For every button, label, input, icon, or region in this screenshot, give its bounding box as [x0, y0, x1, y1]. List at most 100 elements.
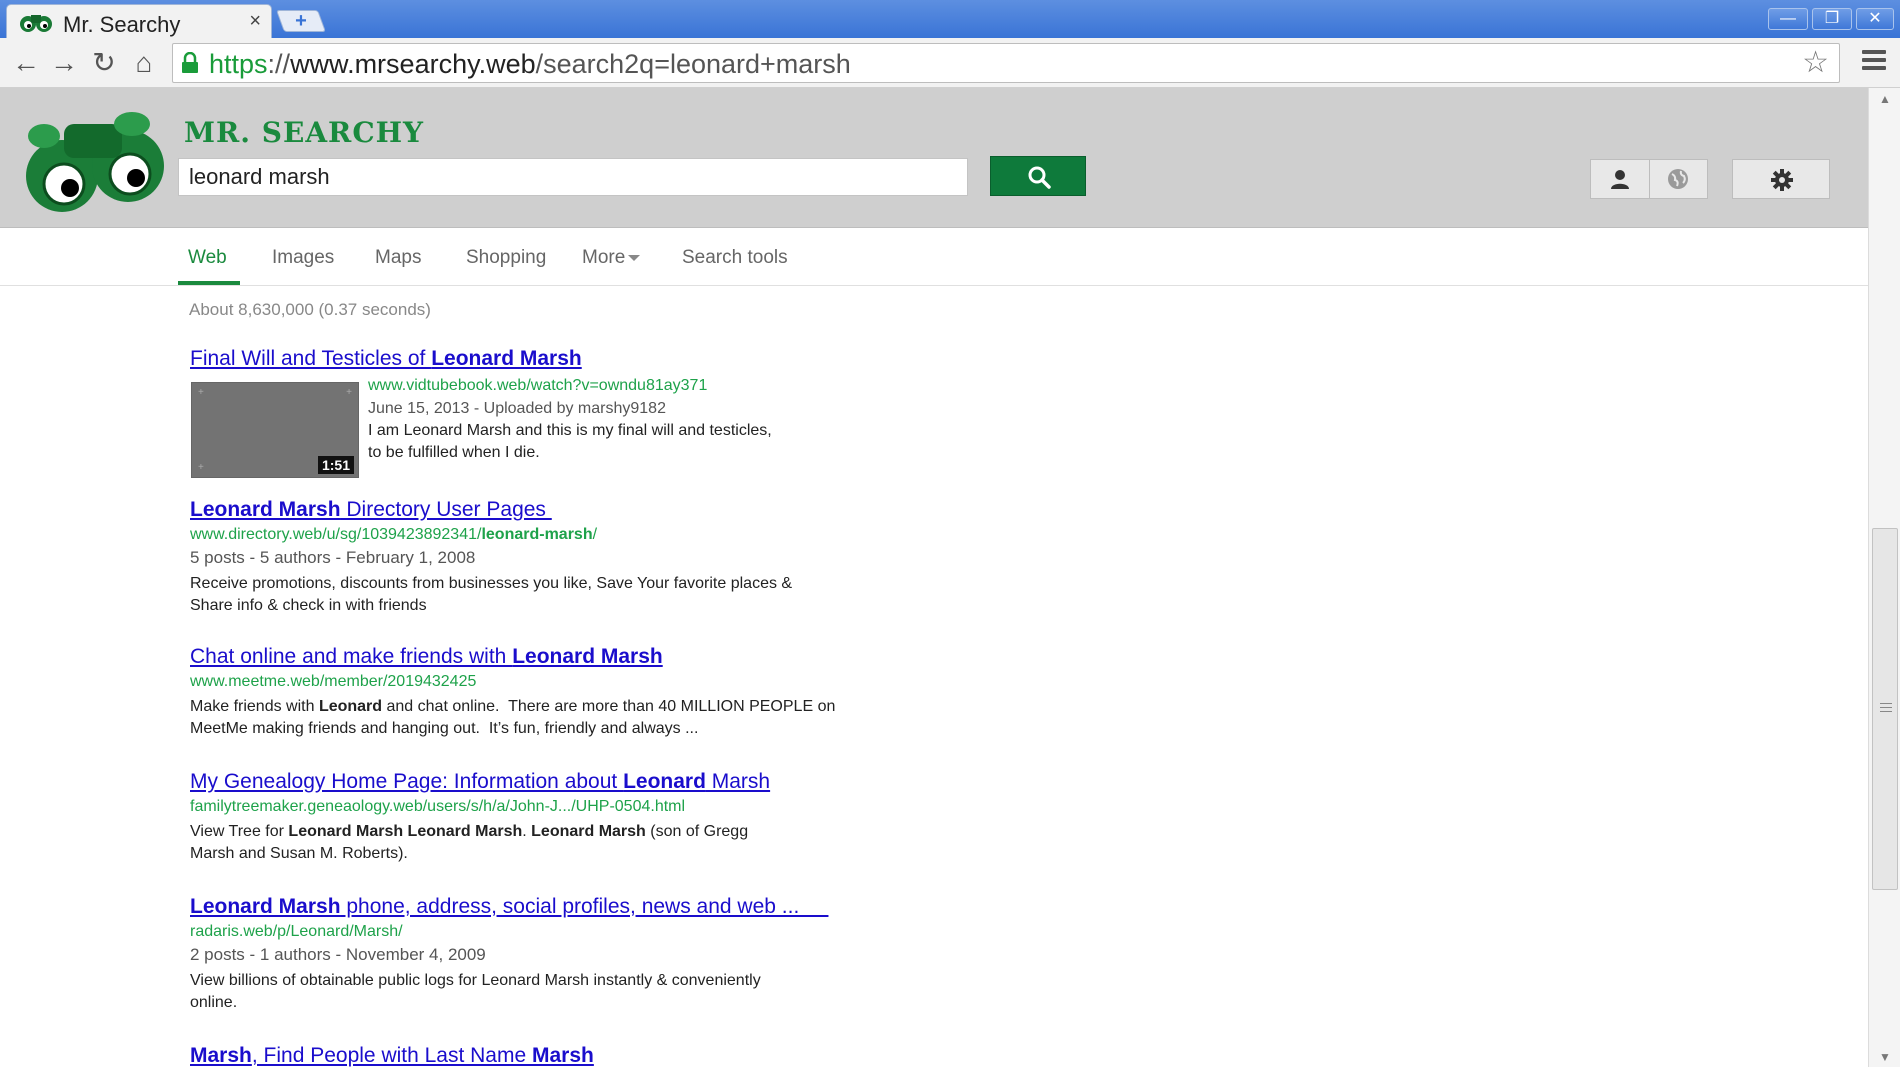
person-icon[interactable]: [1609, 168, 1631, 190]
lock-icon: [182, 52, 198, 73]
corner-mark: +: [198, 462, 204, 473]
gear-icon: [1771, 169, 1793, 191]
minimize-button[interactable]: —: [1768, 8, 1808, 30]
title-bold-text: Leonard Marsh: [190, 895, 341, 918]
video-thumbnail[interactable]: + + + 1:51: [191, 382, 359, 478]
result-snippet-line: Share info & check in with friends: [190, 597, 427, 614]
result-snippet-line: View billions of obtainable public logs …: [190, 972, 761, 989]
title-bold-text: Leonard Marsh: [190, 498, 341, 521]
result-url: www.vidtubebook.web/watch?v=owndu81ay371: [368, 377, 708, 394]
browser-toolbar: ← → ↻ ⌂ https://www.mrsearchy.web/search…: [0, 38, 1900, 88]
binoculars-favicon-icon: [20, 15, 52, 32]
search-header: MR. SEARCHY: [0, 88, 1868, 228]
result-url: familytreemaker.geneaology.web/users/s/h…: [190, 798, 686, 815]
snippet-text: (son of Gregg: [645, 823, 749, 840]
title-text: , Find People with Last Name: [251, 1044, 532, 1067]
divider: [1649, 160, 1650, 198]
result-url: radaris.web/p/Leonard/Marsh/: [190, 923, 403, 940]
scroll-up-arrow-icon[interactable]: ▲: [1879, 92, 1891, 106]
tab-more[interactable]: More: [582, 247, 641, 269]
corner-mark: +: [346, 387, 352, 398]
result-snippet-line: Make friends with Leonard and chat onlin…: [190, 696, 910, 718]
result-title-link[interactable]: My Genealogy Home Page: Information abou…: [190, 769, 910, 795]
result-snippet-line: to be fulfilled when I die.: [368, 444, 540, 461]
bookmark-star-icon[interactable]: ☆: [1802, 48, 1829, 78]
url-separator: ://: [267, 49, 291, 79]
result-title-link[interactable]: Leonard Marsh phone, address, social pro…: [190, 894, 910, 920]
browser-tab[interactable]: Mr. Searchy ×: [6, 4, 272, 38]
binoculars-logo-icon[interactable]: [24, 110, 168, 214]
result-title-link[interactable]: Marsh, Find People with Last Name Marsh: [190, 1043, 910, 1069]
url-host: www.mrsearchy.web: [290, 49, 536, 79]
back-arrow-icon[interactable]: ←: [10, 47, 42, 79]
url-text: www.directory.web/u/sg/1039423892341/: [190, 526, 482, 543]
page-scrollbar[interactable]: ▲ ▼: [1868, 88, 1900, 1067]
search-input[interactable]: [178, 158, 968, 196]
scrollbar-thumb[interactable]: [1872, 528, 1898, 890]
result-url: www.directory.web/u/sg/1039423892341/leo…: [190, 523, 910, 547]
url-scheme: https: [209, 49, 268, 79]
title-text: Directory User Pages: [340, 498, 552, 521]
tab-title: Mr. Searchy: [63, 12, 181, 37]
result-meta: 5 posts - 5 authors - February 1, 2008: [190, 548, 476, 567]
result-details: www.vidtubebook.web/watch?v=owndu81ay371…: [368, 374, 908, 464]
reload-icon[interactable]: ↻: [88, 47, 120, 79]
close-window-button[interactable]: ✕: [1856, 8, 1894, 30]
plus-icon: +: [295, 10, 307, 32]
title-bold-text: Marsh: [190, 1044, 252, 1067]
search-icon: [1028, 166, 1051, 189]
globe-icon[interactable]: [1667, 168, 1689, 190]
search-result: Marsh, Find People with Last Name Marsh: [190, 1043, 910, 1069]
result-title-link[interactable]: Chat online and make friends with Leonar…: [190, 644, 910, 670]
search-result: My Genealogy Home Page: Information abou…: [190, 769, 910, 865]
result-snippet-line: online.: [190, 994, 238, 1011]
result-snippet-line: MeetMe making friends and hanging out. I…: [190, 720, 699, 737]
browser-menu-icon[interactable]: [1862, 50, 1886, 74]
snippet-text: Make friends with: [190, 698, 319, 715]
title-bold-text: Leonard: [623, 770, 706, 793]
snippet-text: View Tree for: [190, 823, 289, 840]
tab-images[interactable]: Images: [272, 247, 334, 269]
snippet-text: .: [522, 823, 532, 840]
title-bold-text: Leonard Marsh: [512, 645, 663, 668]
result-stats: About 8,630,000 (0.37 seconds): [189, 300, 431, 319]
result-meta: 2 posts - 1 authors - November 4, 2009: [190, 945, 486, 964]
home-icon[interactable]: ⌂: [128, 47, 160, 79]
address-bar[interactable]: https://www.mrsearchy.web/search2q=leona…: [172, 43, 1840, 83]
tab-close-icon[interactable]: ×: [249, 11, 261, 31]
browser-title-bar: Mr. Searchy × + — ❐ ✕: [0, 0, 1900, 38]
settings-button[interactable]: [1732, 159, 1830, 199]
grip-icon: [1880, 703, 1892, 715]
scroll-down-arrow-icon[interactable]: ▼: [1879, 1050, 1891, 1064]
search-result: Final Will and Testicles of Leonard Mars…: [190, 346, 910, 486]
search-result: Leonard Marsh Directory User Pages www.d…: [190, 497, 910, 617]
title-text: Chat online and make friends with: [190, 645, 513, 668]
url-bold-text: leonard-marsh: [481, 526, 593, 543]
result-snippet-line: Receive promotions, discounts from busin…: [190, 575, 793, 592]
url-text: /: [592, 526, 598, 543]
forward-arrow-icon[interactable]: →: [48, 47, 80, 79]
title-text: Marsh: [705, 770, 771, 793]
url-text: https://www.mrsearchy.web/search2q=leona…: [209, 49, 851, 80]
tab-web[interactable]: Web: [188, 247, 227, 269]
result-snippet-line: Marsh and Susan M. Roberts).: [190, 845, 408, 862]
new-tab-button[interactable]: +: [275, 10, 327, 32]
tab-search-tools[interactable]: Search tools: [682, 247, 788, 269]
tab-shopping[interactable]: Shopping: [466, 247, 546, 269]
result-url: www.meetme.web/member/2019432425: [190, 673, 477, 690]
video-duration-badge: 1:51: [317, 456, 354, 474]
account-buttons: [1590, 159, 1708, 199]
search-result: Leonard Marsh phone, address, social pro…: [190, 894, 910, 1014]
brand-name[interactable]: MR. SEARCHY: [184, 116, 424, 149]
restore-button[interactable]: ❐: [1812, 8, 1852, 30]
active-tab-indicator: [178, 281, 240, 285]
search-button[interactable]: [990, 156, 1086, 196]
snippet-bold-text: Leonard: [318, 698, 383, 715]
result-snippet-line: View Tree for Leonard Marsh Leonard Mars…: [190, 821, 910, 843]
result-title-link[interactable]: Final Will and Testicles of Leonard Mars…: [190, 346, 910, 372]
search-result: Chat online and make friends with Leonar…: [190, 644, 910, 740]
tab-maps[interactable]: Maps: [375, 247, 421, 269]
snippet-bold-text: Leonard Marsh Leonard Marsh: [288, 823, 523, 840]
corner-mark: +: [198, 387, 204, 398]
result-title-link[interactable]: Leonard Marsh Directory User Pages: [190, 497, 910, 523]
